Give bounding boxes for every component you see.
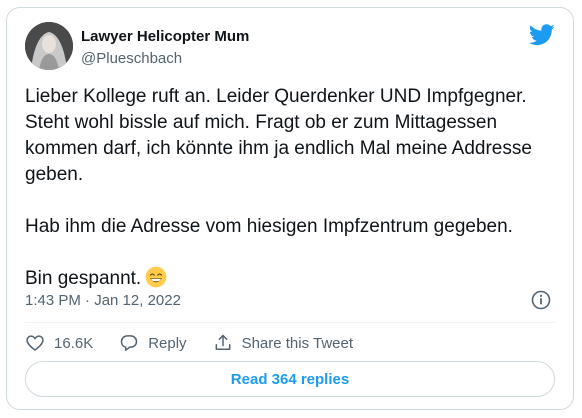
action-bar: 16.6K Reply Share this Tweet	[25, 331, 379, 355]
tweet-text: Lieber Kollege ruft an. Leider Querdenke…	[25, 84, 560, 292]
divider	[25, 322, 555, 323]
like-count: 16.6K	[54, 334, 94, 352]
reply-label: Reply	[148, 334, 187, 352]
tweet-paragraph-1: Lieber Kollege ruft an. Leider Querdenke…	[25, 86, 532, 185]
share-label: Share this Tweet	[241, 334, 354, 352]
author-name[interactable]: Lawyer Helicopter Mum	[81, 28, 249, 45]
read-replies-button[interactable]: Read 364 replies	[25, 361, 555, 397]
tweet-paragraph-3: Bin gespannt.	[25, 268, 142, 289]
share-button[interactable]: Share this Tweet	[213, 333, 353, 353]
grinning-face-with-smiling-eyes-icon	[145, 266, 167, 288]
like-button[interactable]: 16.6K	[25, 333, 93, 353]
avatar[interactable]	[25, 22, 73, 70]
tweet-card: Lawyer Helicopter Mum @Plueschbach Liebe…	[6, 7, 574, 410]
twitter-bird-icon[interactable]	[529, 24, 555, 46]
info-icon[interactable]	[531, 290, 551, 310]
reply-bubble-icon	[120, 335, 138, 351]
tweet-paragraph-2: Hab ihm die Adresse vom hiesigen Impfzen…	[25, 216, 513, 237]
author-handle[interactable]: @Plueschbach	[81, 50, 182, 67]
heart-icon	[26, 335, 44, 351]
reply-button[interactable]: Reply	[119, 333, 187, 353]
tweet-paragraph-3-line: Bin gespannt.	[25, 266, 560, 292]
tweet-timestamp[interactable]: 1:43 PM · Jan 12, 2022	[25, 292, 181, 309]
avatar-image	[25, 22, 73, 70]
share-icon	[215, 334, 230, 350]
